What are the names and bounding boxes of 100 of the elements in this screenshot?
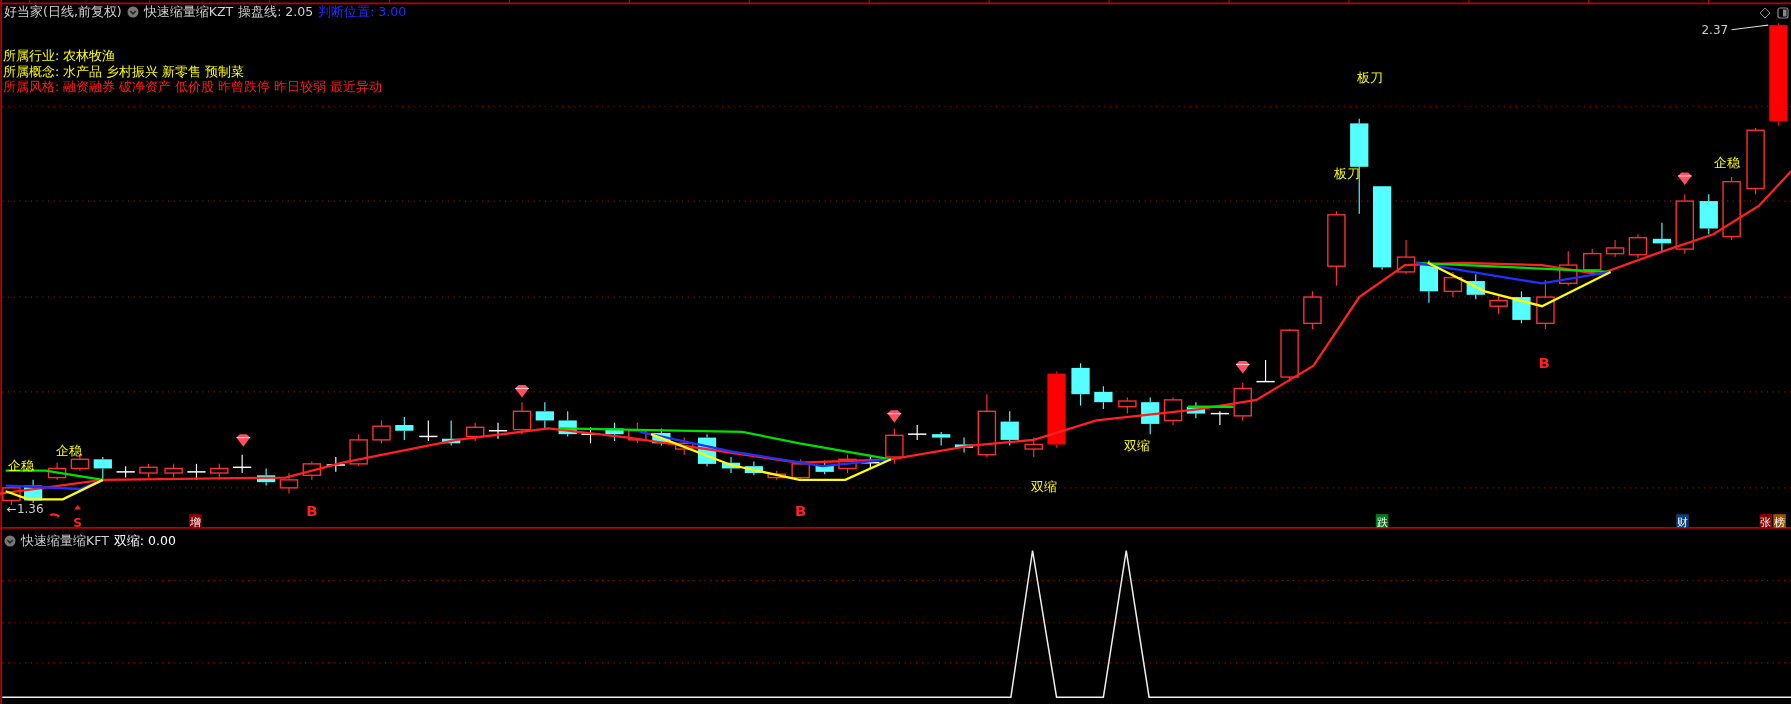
candlestick <box>1141 397 1160 435</box>
candlestick <box>628 422 647 444</box>
candlestick <box>697 433 717 467</box>
candlestick <box>279 472 299 495</box>
low-price-label: ←1.36 <box>6 502 44 516</box>
signal-label: 双缩 <box>1123 438 1150 454</box>
candlestick <box>767 470 786 481</box>
trade-signal-label: B <box>1538 353 1550 372</box>
info-line: 所属行业: 农林牧渔 <box>3 48 116 64</box>
dash-mark <box>49 513 60 518</box>
candlestick <box>1094 385 1113 410</box>
signal-label: 企稳 <box>7 457 34 473</box>
candlestick <box>24 479 43 504</box>
candlestick <box>1489 294 1508 315</box>
candlestick <box>257 467 276 487</box>
indicator-reading: 操盘线: 2.05 <box>238 4 314 20</box>
up-arrow-icon <box>74 505 82 510</box>
candlestick <box>1396 239 1416 275</box>
indicator-reading: 双缩: 0.00 <box>113 533 176 549</box>
candlestick <box>1652 222 1672 252</box>
signal-badge: 张 <box>1759 514 1773 529</box>
trade-signal-label: S <box>73 515 82 529</box>
candlestick <box>721 456 741 474</box>
info-line: 所属风格: 融资融券 破净资产 低价股 昨曾跌停 昨日较弱 最近异动 <box>3 79 383 95</box>
gem-icon <box>886 410 902 423</box>
dropdown-icon[interactable] <box>4 535 16 547</box>
stock-title: 好当家(日线,前复权) <box>4 4 122 20</box>
candlestick <box>372 419 391 444</box>
candlestick <box>232 454 253 474</box>
candlestick <box>954 437 974 453</box>
signal-label: 双缩 <box>1031 479 1057 495</box>
candlestick <box>164 463 183 479</box>
candlestick <box>932 431 951 447</box>
info-line: 所属概念: 水产品 乡村振兴 新零售 预制菜 <box>3 63 245 79</box>
high-price-label: 2.37 <box>1701 23 1729 38</box>
signal-label: 板刀 <box>1333 166 1360 182</box>
candlestick <box>744 461 763 476</box>
candlestick <box>1163 397 1183 426</box>
indicator-name: 快速缩量缩KFT <box>21 533 109 549</box>
candlestick <box>1118 397 1137 415</box>
candlestick <box>977 393 997 458</box>
candlestick <box>1280 328 1299 383</box>
candlestick <box>1466 273 1485 300</box>
trade-signal-label: B <box>795 502 807 521</box>
signal-badge: 财 <box>1676 514 1689 529</box>
candlestick <box>139 463 158 479</box>
candlestick <box>1699 193 1718 235</box>
candlestick <box>1722 176 1741 241</box>
candlestick <box>1559 250 1578 287</box>
candlestick <box>325 456 346 473</box>
candlestick <box>47 462 67 481</box>
candlestick <box>535 401 554 430</box>
panel-toggle-icon[interactable] <box>1777 7 1789 19</box>
leader-line <box>1731 24 1769 31</box>
candlestick <box>1000 410 1019 447</box>
candlestick <box>2 485 21 506</box>
candlestick <box>465 422 485 442</box>
candlestick <box>815 459 834 475</box>
gem-icon <box>1677 172 1693 186</box>
dropdown-icon[interactable] <box>126 6 139 18</box>
candlestick <box>652 427 671 447</box>
candlestick <box>1746 127 1765 195</box>
candlestick <box>1536 279 1555 330</box>
gem-icon <box>1235 361 1251 374</box>
signal-label: 板刀 <box>1356 70 1383 86</box>
candlestick <box>674 437 694 456</box>
signal-badge: 榜 <box>1773 514 1786 529</box>
candlestick <box>885 427 904 465</box>
candlestick <box>1419 259 1439 304</box>
candlestick <box>1255 359 1276 383</box>
candlestick <box>605 422 624 442</box>
candlestick <box>1512 290 1531 324</box>
signal-label: 企稳 <box>55 442 82 458</box>
candlestick <box>1210 410 1230 426</box>
candlestick <box>186 463 207 481</box>
diamond-icon[interactable] <box>1759 7 1771 19</box>
candlestick <box>1628 233 1648 259</box>
candlestick <box>1605 239 1625 258</box>
candlestick <box>395 416 414 441</box>
candlestick <box>349 433 368 467</box>
candlestick <box>1024 437 1043 458</box>
candlestick <box>418 419 439 442</box>
signal-badge: 增 <box>189 514 202 529</box>
gem-icon <box>514 385 530 398</box>
candlestick <box>115 465 136 479</box>
candlestick <box>791 458 810 481</box>
indicator-name: 快速缩量缩KZT <box>143 4 234 20</box>
candlestick <box>488 422 508 440</box>
candlestick <box>442 419 461 447</box>
candlestick <box>1443 271 1463 298</box>
candlestick <box>512 401 532 435</box>
candlestick <box>1071 362 1090 407</box>
candlestick <box>1186 401 1206 419</box>
candlestick <box>1303 290 1322 330</box>
indicator-reading: 判断位置: 3.00 <box>318 4 407 20</box>
candlestick <box>558 410 577 437</box>
candlestick <box>1233 382 1252 422</box>
signal-badge: 跌 <box>1375 514 1389 529</box>
gem-icon <box>235 434 251 447</box>
candlestick <box>907 424 928 441</box>
